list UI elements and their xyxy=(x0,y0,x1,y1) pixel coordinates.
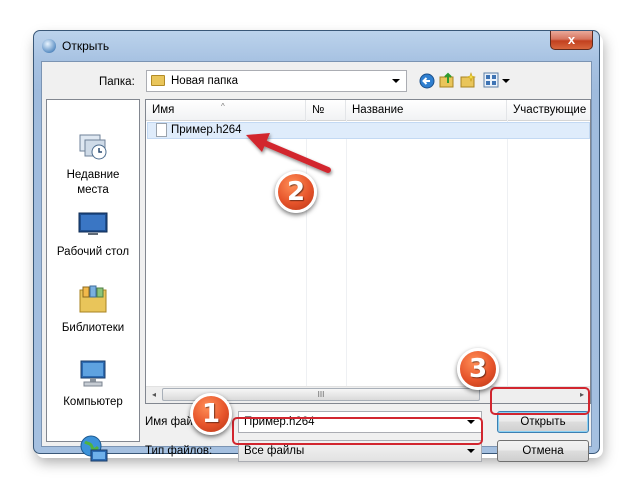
app-icon xyxy=(42,39,56,53)
file-list[interactable]: Имя ^ № Название Участвующие и Пример.h2… xyxy=(145,99,591,404)
new-folder-icon[interactable] xyxy=(460,72,476,88)
view-menu-icon[interactable] xyxy=(483,72,499,88)
libraries-icon xyxy=(79,285,107,313)
place-libraries[interactable]: Библиотеки xyxy=(47,284,139,334)
column-header-row: Имя ^ № Название Участвующие и xyxy=(146,100,590,121)
place-desktop[interactable]: Рабочий стол xyxy=(47,208,139,258)
place-computer[interactable]: Компьютер xyxy=(47,358,139,408)
file-name: Пример.h264 xyxy=(171,124,242,136)
places-bar: Недавние места Рабочий стол Библиотеки К… xyxy=(46,99,140,462)
folder-value: Новая папка xyxy=(171,75,239,87)
desktop-icon xyxy=(78,212,108,235)
place-label-recent: Недавние места xyxy=(66,169,120,196)
sort-ascending-icon: ^ xyxy=(221,102,225,111)
column-header-name-label: Имя xyxy=(152,104,175,116)
column-header-title[interactable]: Название xyxy=(346,100,507,120)
folder-icon xyxy=(151,75,165,86)
window-title: Открыть xyxy=(62,39,110,53)
chevron-down-icon[interactable] xyxy=(467,449,475,453)
place-recent[interactable]: Недавние места xyxy=(47,130,139,198)
step-badge-2: 2 xyxy=(275,171,317,213)
highlight-filetype xyxy=(232,417,483,445)
column-divider xyxy=(346,120,347,387)
place-label-libraries: Библиотеки xyxy=(61,322,125,334)
column-header-contributors[interactable]: Участвующие и xyxy=(507,100,590,120)
column-header-number[interactable]: № xyxy=(306,100,346,120)
place-network[interactable] xyxy=(47,434,139,472)
file-row[interactable]: Пример.h264 xyxy=(147,122,590,139)
folder-combo[interactable]: Новая папка xyxy=(146,70,407,92)
scroll-left-icon[interactable]: ◂ xyxy=(146,387,162,403)
place-label-desktop: Рабочий стол xyxy=(56,246,130,258)
recent-places-icon xyxy=(79,134,107,160)
column-divider xyxy=(306,120,307,387)
close-button[interactable]: x xyxy=(550,31,593,50)
filetype-value: Все файлы xyxy=(244,445,305,457)
column-divider xyxy=(507,120,508,387)
folder-label: Папка: xyxy=(99,76,135,88)
computer-icon xyxy=(80,360,106,387)
place-label-computer: Компьютер xyxy=(63,396,123,408)
cancel-button[interactable]: Отмена xyxy=(497,440,589,462)
highlight-open-button xyxy=(490,387,590,415)
view-dropdown-chevron-icon[interactable] xyxy=(502,79,510,83)
up-folder-icon[interactable] xyxy=(439,72,455,88)
file-icon xyxy=(156,123,167,137)
column-header-name[interactable]: Имя ^ xyxy=(146,100,306,120)
chevron-down-icon[interactable] xyxy=(392,79,400,83)
step-badge-3: 3 xyxy=(457,348,499,390)
back-icon[interactable] xyxy=(419,73,435,89)
filetype-label: Тип файлов: xyxy=(145,445,213,457)
title-bar[interactable]: Открыть x xyxy=(34,31,599,61)
step-badge-1: 1 xyxy=(190,393,232,435)
network-icon xyxy=(80,435,108,462)
